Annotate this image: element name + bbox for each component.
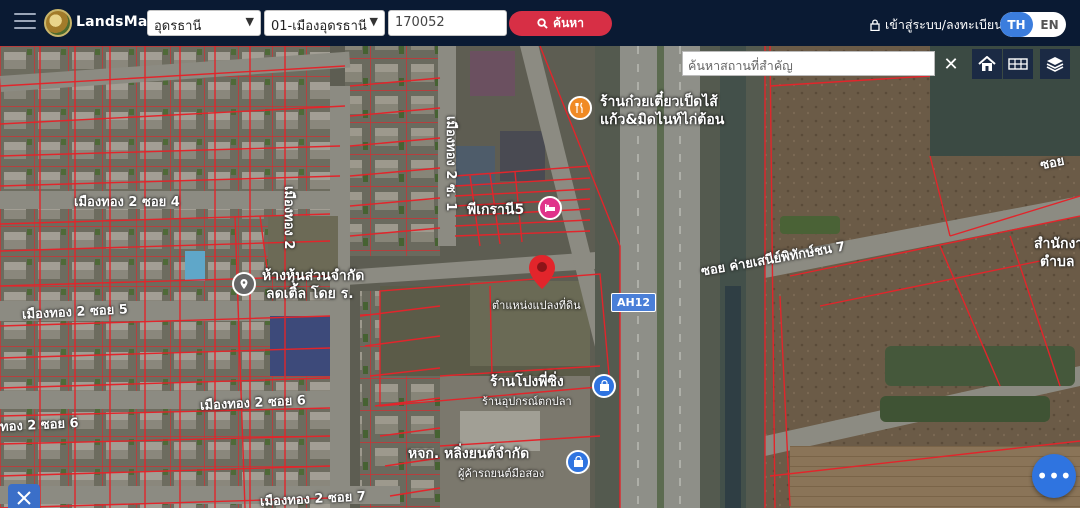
search-button[interactable]: ค้นหา (509, 11, 612, 36)
car-dealer-poi-sublabel: ผู้ค้ารถยนต์มือสอง (458, 467, 545, 480)
road-label-soi6-west: ทอง 2 ซอย 6 (0, 415, 80, 436)
shop-bag-icon (599, 380, 609, 391)
parcel-location-pin-icon[interactable] (528, 254, 556, 290)
fishing-shop-poi-icon[interactable] (592, 374, 616, 398)
hotel-poi-label[interactable]: พีเกรานี5 (467, 202, 524, 218)
close-icon[interactable]: ✕ (937, 50, 965, 78)
home-icon (978, 56, 996, 71)
company-poi-label-line2[interactable]: ลดเติ้ล โดย ร. (266, 286, 354, 302)
office-poi-label[interactable]: สำนักงาน (1034, 236, 1080, 252)
tools-icon (17, 491, 31, 505)
more-dots-icon: ••• (1036, 464, 1072, 488)
province-select[interactable]: อุดรธานี ▼ (147, 10, 261, 36)
more-options-button[interactable]: ••• (1032, 454, 1076, 498)
measure-tools-button[interactable] (8, 484, 40, 508)
map-view[interactable]: เมืองทอง 2 ซอย 4 เมืองทอง 2 ซอย 5 เมืองท… (0, 46, 1080, 508)
road-label-mueangthong2-soi1: เมืองทอง 2 ซ. 1 (443, 116, 458, 212)
company-poi-icon[interactable] (232, 272, 256, 296)
road-label-mueangthong2: เมืองทอง 2 (281, 186, 296, 250)
province-select-value: อุดรธานี (154, 19, 202, 34)
fishing-shop-poi-label[interactable]: ร้านโปงพี่ซิ่ง (490, 374, 564, 390)
restaurant-poi-label[interactable]: ร้านก๋วยเตี๋ยวเป็ดไส้ (600, 94, 718, 110)
restaurant-poi-icon[interactable] (568, 96, 592, 120)
top-navigation-bar: LandsMaps อุดรธานี ▼ 01-เมืองอุดรธานี ▼ … (0, 0, 1080, 46)
car-dealer-poi-icon[interactable] (566, 450, 590, 474)
hotel-icon (545, 204, 555, 212)
lang-en-button[interactable]: EN (1033, 12, 1066, 37)
hotel-poi-icon[interactable] (538, 196, 562, 220)
layers-button[interactable] (1040, 49, 1070, 79)
company-poi-label[interactable]: ห้างหุ้นส่วนจำกัด (262, 268, 364, 284)
parcel-marker-caption: ตำแหน่งแปลงที่ดิน (492, 299, 581, 312)
search-icon (537, 18, 548, 29)
place-search-input[interactable]: ค้นหาสถานที่สำคัญ (682, 51, 935, 76)
home-button[interactable] (972, 49, 1002, 79)
fork-knife-icon (575, 102, 583, 113)
chevron-down-icon: ▼ (245, 15, 254, 28)
office-poi-label-line2[interactable]: ตำบล (1040, 254, 1074, 270)
menu-icon[interactable] (14, 13, 36, 31)
login-label: เข้าสู่ระบบ/ลงทะเบียน (885, 17, 1003, 32)
highway-shield: AH12 (611, 293, 657, 312)
parcel-number-input[interactable]: 170052 (388, 10, 507, 36)
location-pin-icon (240, 279, 248, 289)
landsmaps-logo[interactable] (44, 9, 72, 37)
district-select-value: 01-เมืองอุดรธานี (271, 19, 367, 34)
road-label-soi4: เมืองทอง 2 ซอย 4 (74, 195, 180, 210)
fishing-shop-poi-sublabel: ร้านอุปกรณ์ตกปลา (482, 395, 572, 408)
lang-th-button[interactable]: TH (1000, 12, 1033, 37)
lock-icon (870, 19, 880, 31)
grid-icon (1008, 58, 1028, 70)
district-select[interactable]: 01-เมืองอุดรธานี ▼ (264, 10, 385, 36)
restaurant-poi-label-line2[interactable]: แก้ว&มิดไนท์ไก่ต้อน (600, 112, 724, 128)
chevron-down-icon: ▼ (369, 15, 378, 28)
login-link[interactable]: เข้าสู่ระบบ/ลงทะเบียน (870, 15, 1003, 35)
car-dealer-poi-label[interactable]: หจก. หลิ่งยนต์จำกัด (408, 446, 529, 462)
layers-icon (1046, 57, 1064, 72)
shop-bag-icon (573, 456, 583, 467)
search-button-label: ค้นหา (553, 16, 584, 30)
language-toggle[interactable]: TH EN (1000, 12, 1066, 37)
grid-button[interactable] (1003, 49, 1033, 79)
